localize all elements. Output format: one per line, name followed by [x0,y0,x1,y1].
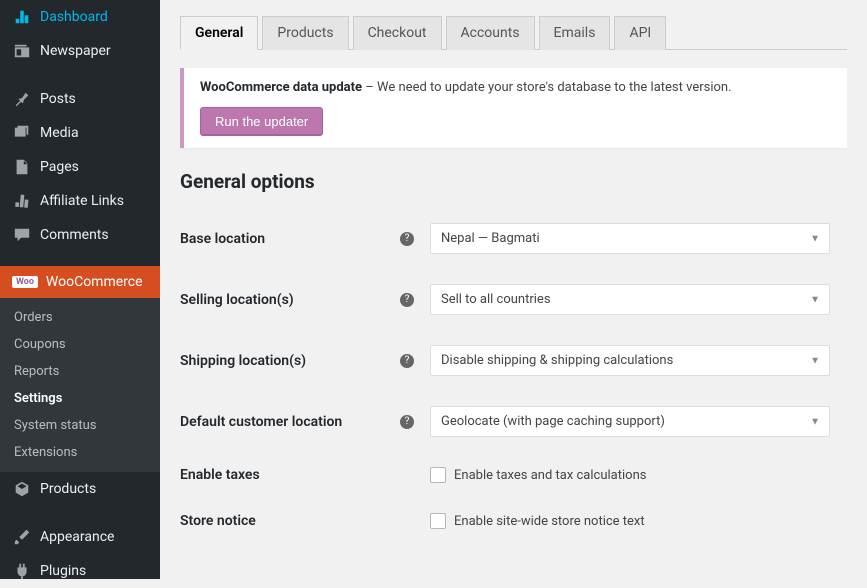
sidebar-item-label: Comments [40,227,109,243]
tab-general[interactable]: General [180,16,258,50]
admin-sidebar: Dashboard Newspaper Posts Media Pages Af… [0,0,160,579]
submenu-system-status[interactable]: System status [0,412,160,439]
help-icon[interactable]: ? [400,415,414,429]
woo-icon: Woo [12,276,38,288]
sidebar-item-dashboard[interactable]: Dashboard [0,0,160,34]
section-title: General options [180,170,847,193]
row-default-customer-location: Default customer location ? Geolocate (w… [180,406,847,437]
notice-text: WooCommerce data update – We need to upd… [200,80,831,95]
brush-icon [12,528,32,546]
submenu-coupons[interactable]: Coupons [0,331,160,358]
sidebar-item-products[interactable]: Products [0,472,160,506]
links-icon [12,192,32,210]
checkbox-store-notice[interactable] [430,513,446,529]
sidebar-item-label: Pages [40,159,79,175]
pin-icon [12,90,32,108]
media-icon [12,124,32,142]
product-icon [12,480,32,498]
row-enable-taxes: Enable taxes Enable taxes and tax calcul… [180,467,847,483]
select-default-customer-location[interactable]: Geolocate (with page caching support) [430,406,830,437]
help-icon[interactable]: ? [400,232,414,246]
label-enable-taxes: Enable taxes [180,467,400,483]
sidebar-item-label: Affiliate Links [40,193,124,209]
sidebar-item-media[interactable]: Media [0,116,160,150]
newspaper-icon [12,42,32,60]
label-shipping-locations: Shipping location(s) [180,353,400,369]
submenu-settings[interactable]: Settings [0,385,160,412]
sidebar-item-appearance[interactable]: Appearance [0,520,160,554]
select-selling-locations[interactable]: Sell to all countries [430,284,830,315]
notice-strong: WooCommerce data update [200,80,362,95]
woocommerce-submenu: Orders Coupons Reports Settings System s… [0,298,160,472]
settings-tabs: General Products Checkout Accounts Email… [180,16,847,50]
label-store-notice: Store notice [180,513,400,529]
row-selling-locations: Selling location(s) ? Sell to all countr… [180,284,847,315]
comment-icon [12,226,32,244]
select-base-location[interactable]: Nepal — Bagmati [430,223,830,254]
submenu-reports[interactable]: Reports [0,358,160,385]
help-icon[interactable]: ? [400,293,414,307]
checkbox-label-taxes: Enable taxes and tax calculations [454,468,646,483]
tab-accounts[interactable]: Accounts [446,16,535,50]
sidebar-item-label: Plugins [40,563,86,579]
sidebar-item-affiliate[interactable]: Affiliate Links [0,184,160,218]
sidebar-item-label: Posts [40,91,76,107]
checkbox-label-notice: Enable site-wide store notice text [454,514,645,529]
run-updater-button[interactable]: Run the updater [200,107,323,136]
sidebar-item-posts[interactable]: Posts [0,82,160,116]
tab-emails[interactable]: Emails [539,16,611,50]
sidebar-item-label: Products [40,481,96,497]
label-default-customer-location: Default customer location [180,414,400,430]
tab-api[interactable]: API [614,16,666,50]
row-shipping-locations: Shipping location(s) ? Disable shipping … [180,345,847,376]
sidebar-item-plugins[interactable]: Plugins [0,554,160,588]
sidebar-item-label: WooCommerce [46,274,143,290]
sidebar-item-label: Newspaper [40,43,111,59]
sidebar-item-pages[interactable]: Pages [0,150,160,184]
tab-checkout[interactable]: Checkout [353,16,442,50]
main-content: General Products Checkout Accounts Email… [160,0,867,579]
tab-products[interactable]: Products [262,16,348,50]
sidebar-item-label: Appearance [40,529,114,545]
select-shipping-locations[interactable]: Disable shipping & shipping calculations [430,345,830,376]
page-icon [12,158,32,176]
checkbox-enable-taxes[interactable] [430,467,446,483]
dashboard-icon [12,8,32,26]
submenu-orders[interactable]: Orders [0,304,160,331]
update-notice: WooCommerce data update – We need to upd… [180,68,847,148]
sidebar-item-woocommerce[interactable]: Woo WooCommerce [0,266,160,298]
help-icon[interactable]: ? [400,354,414,368]
notice-body: We need to update your store's database … [377,80,731,95]
row-store-notice: Store notice Enable site-wide store noti… [180,513,847,529]
sidebar-item-comments[interactable]: Comments [0,218,160,252]
sidebar-item-label: Media [40,125,79,141]
label-base-location: Base location [180,231,400,247]
label-selling-locations: Selling location(s) [180,292,400,308]
plug-icon [12,562,32,580]
sidebar-item-label: Dashboard [40,9,108,25]
submenu-extensions[interactable]: Extensions [0,439,160,466]
sidebar-item-newspaper[interactable]: Newspaper [0,34,160,68]
row-base-location: Base location ? Nepal — Bagmati ▼ [180,223,847,254]
